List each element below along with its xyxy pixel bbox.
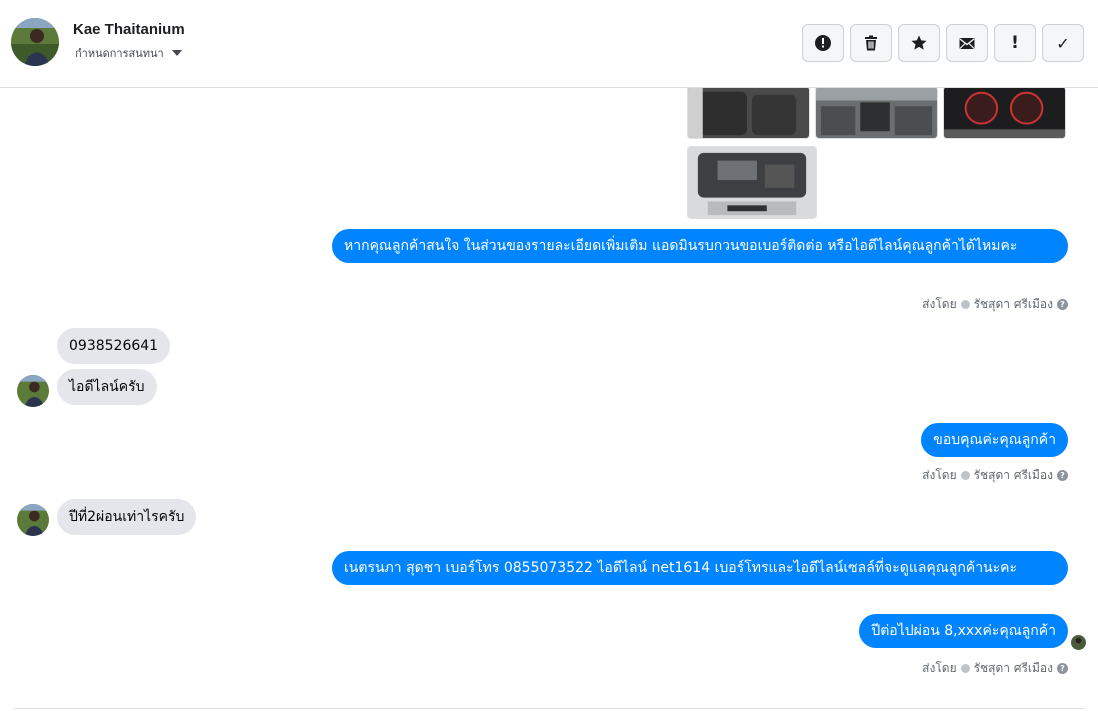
message-bubble-outgoing[interactable]: หากคุณลูกค้าสนใจ ในส่วนของรายละเอียดเพิ่…	[332, 229, 1068, 263]
image	[688, 88, 809, 138]
agent-status-icon	[960, 300, 970, 309]
trash-icon	[865, 35, 877, 51]
conversation-toolbar: ! ✓	[802, 24, 1084, 62]
car-photo-interior-seats[interactable]	[687, 88, 810, 139]
avatar-photo	[11, 18, 59, 66]
alert-circle-icon	[815, 35, 831, 51]
report-spam-button[interactable]	[802, 24, 844, 62]
sent-by-info: ส่งโดย รัชสุดา ศรีเมือง ?	[922, 466, 1068, 485]
agent-name[interactable]: รัชสุดา ศรีเมือง	[974, 295, 1053, 314]
message-bubble-incoming[interactable]: ปีที่2ผ่อนเท่าไรครับ	[57, 499, 197, 535]
contact-avatar-small[interactable]	[17, 504, 49, 536]
star-icon	[911, 35, 927, 50]
mark-unread-button[interactable]	[946, 24, 988, 62]
help-icon[interactable]: ?	[1057, 663, 1068, 674]
image	[816, 88, 937, 138]
conversation-header: Kae Thaitanium กำหนดการสนทนา ! ✓	[0, 0, 1098, 88]
sent-by-info: ส่งโดย รัชสุดา ศรีเมือง ?	[922, 295, 1068, 314]
message-bubble-outgoing[interactable]: ขอบคุณค่ะคุณลูกค้า	[921, 423, 1068, 457]
help-icon[interactable]: ?	[1057, 470, 1068, 481]
agent-name[interactable]: รัชสุดา ศรีเมือง	[974, 466, 1053, 485]
message-bubble-outgoing[interactable]: เนตรนภา สุดชา เบอร์โทร 0855073522 ไอดีไล…	[332, 551, 1068, 585]
car-photo-engine[interactable]	[687, 146, 817, 219]
mark-done-button[interactable]: ✓	[1042, 24, 1084, 62]
message-bubble-incoming[interactable]: 0938526641	[57, 328, 171, 364]
assign-label: กำหนดการสนทนา	[75, 47, 164, 60]
car-photo-dashboard[interactable]	[943, 88, 1066, 139]
avatar-photo	[1071, 635, 1086, 650]
agent-status-icon	[960, 664, 970, 673]
envelope-icon	[959, 38, 975, 49]
sent-by-info: ส่งโดย รัชสุดา ศรีเมือง ?	[922, 659, 1068, 678]
follow-up-button[interactable]: !	[994, 24, 1036, 62]
help-icon[interactable]: ?	[1057, 299, 1068, 310]
contact-avatar[interactable]	[11, 18, 59, 66]
delete-button[interactable]	[850, 24, 892, 62]
composer-divider	[14, 708, 1084, 709]
message-thread[interactable]: หากคุณลูกค้าสนใจ ในส่วนของรายละเอียดเพิ่…	[0, 88, 1098, 711]
assign-conversation-dropdown[interactable]: กำหนดการสนทนา	[75, 44, 182, 62]
car-photo-cabin[interactable]	[815, 88, 938, 139]
contact-avatar-small[interactable]	[17, 375, 49, 407]
sent-by-label: ส่งโดย	[922, 297, 957, 311]
agent-name[interactable]: รัชสุดา ศรีเมือง	[974, 659, 1053, 678]
message-bubble-incoming[interactable]: ไอดีไลน์ครับ	[57, 369, 157, 405]
message-bubble-outgoing[interactable]: ปีต่อไปผ่อน 8,xxxค่ะคุณลูกค้า	[859, 614, 1068, 648]
image	[944, 88, 1065, 138]
contact-name[interactable]: Kae Thaitanium	[73, 21, 185, 38]
check-icon: ✓	[1056, 33, 1070, 53]
caret-down-icon	[171, 50, 182, 56]
avatar-photo	[17, 375, 49, 407]
avatar-photo	[17, 504, 49, 536]
agent-status-icon	[960, 471, 970, 480]
image	[688, 147, 816, 218]
sent-by-label: ส่งโดย	[922, 468, 957, 482]
exclamation-icon: !	[1011, 33, 1019, 53]
seen-receipt-avatar	[1071, 635, 1086, 650]
sent-by-label: ส่งโดย	[922, 661, 957, 675]
star-button[interactable]	[898, 24, 940, 62]
